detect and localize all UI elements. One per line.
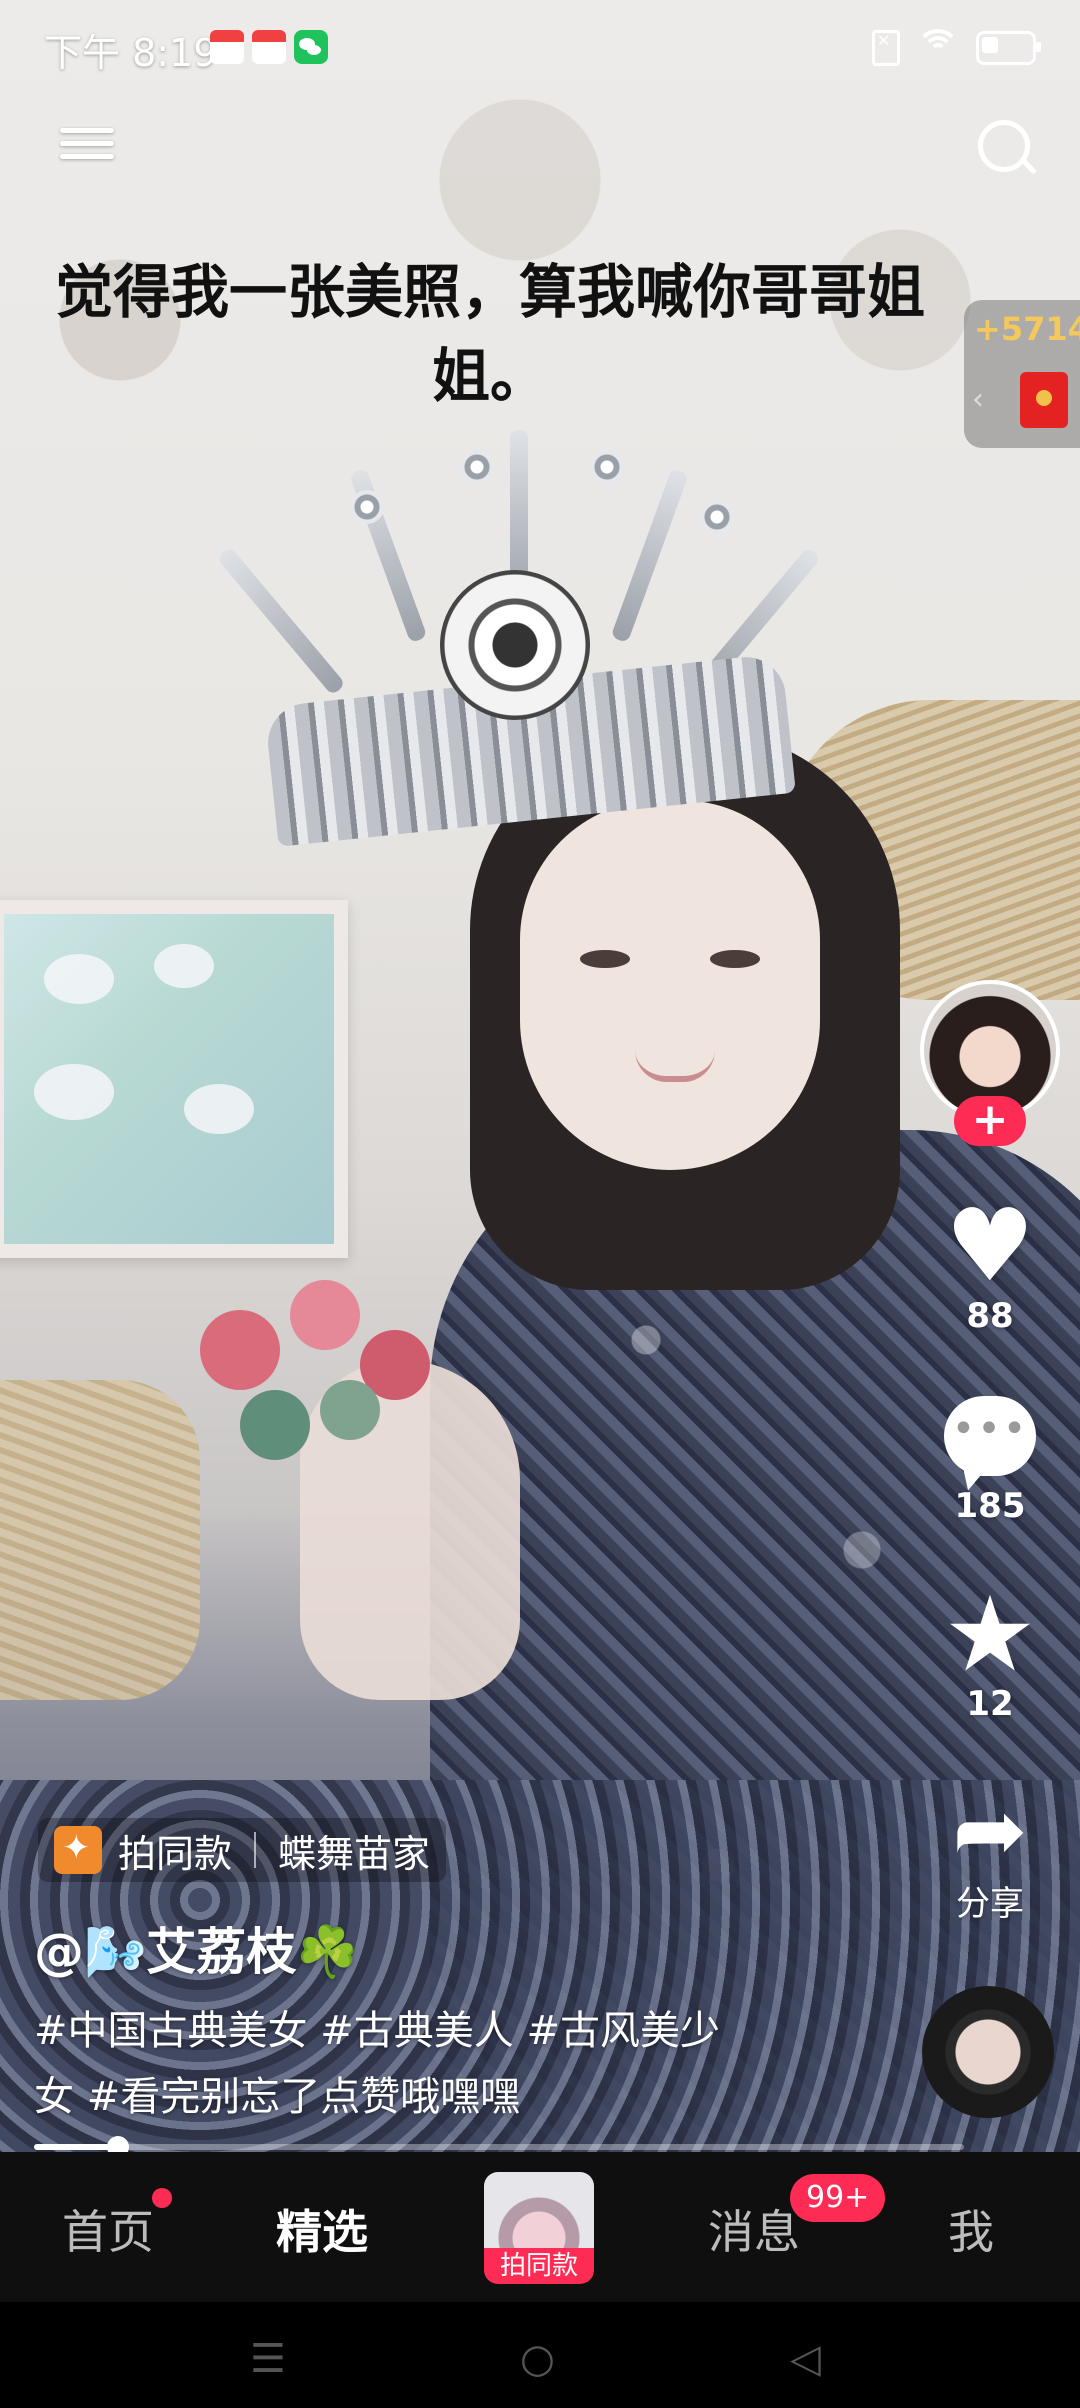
share-button[interactable]: ➦ 分享 [930,1786,1050,1925]
favorite-button[interactable]: ★ 12 [930,1573,1050,1724]
template-tag[interactable]: 拍同款 蝶舞苗家 [38,1818,447,1882]
author-name[interactable]: @🌬️艾荔枝☘️ [34,1912,359,1984]
notification-dot [152,2188,172,2208]
battery-icon [976,31,1041,65]
clock: 下午 8:19 [44,31,218,75]
music-disc-icon[interactable] [922,1986,1054,2118]
no-sim-icon [872,30,900,66]
author-avatar-group[interactable]: + [920,980,1060,1160]
nav-messages-label: 消息 [708,2205,800,2259]
calendar-icon [210,30,244,64]
back-triangle-icon[interactable]: ◁ [790,2336,821,2382]
nav-messages[interactable]: 消息 [708,2196,800,2262]
search-button[interactable] [976,118,1038,178]
red-packet-amount: +5714 [974,310,1080,348]
nav-me[interactable]: 我 [948,2196,994,2262]
red-envelope-icon [1020,372,1068,428]
system-navigation-bar: ☰ ○ ◁ [0,2302,1080,2408]
star-icon: ★ [943,1573,1037,1695]
create-same-button[interactable]: 拍同款 [484,2172,594,2284]
chevron-left-icon: ‹ [972,382,984,417]
calendar-icon [252,30,286,64]
home-circle-icon[interactable]: ○ [520,2336,555,2382]
heart-icon: ♥ [945,1187,1035,1304]
messages-badge: 99+ [790,2174,886,2222]
nav-me-label: 我 [948,2205,994,2259]
lotus-painting [0,900,348,1258]
divider [254,1832,257,1868]
like-button[interactable]: ♥ 88 [930,1187,1050,1337]
wechat-icon [294,30,328,64]
nav-home-label: 首页 [62,2205,154,2259]
template-label: 拍同款 [118,1831,233,1876]
progress-fill [34,2144,118,2150]
red-packet-widget[interactable]: +5714 ‹ [964,300,1080,448]
video-description[interactable]: #中国古典美女 #古典美人 #古风美少女 #看完别忘了点赞哦嘿嘿 [34,1998,754,2130]
nav-featured-label: 精选 [276,2205,368,2259]
bottom-navigation: 首页 精选 拍同款 消息 99+ 我 [0,2152,1080,2302]
share-arrow-icon: ➦ [952,1778,1028,1883]
system-icons [872,29,1041,66]
share-label: 分享 [956,1884,1024,1924]
follow-button[interactable]: + [954,1096,1026,1146]
nav-home[interactable]: 首页 [62,2188,172,2262]
comment-count: 185 [954,1486,1026,1526]
video-caption-text: 觉得我一张美照，算我喊你哥哥姐姐。 [54,258,925,410]
comment-button[interactable]: 185 [930,1396,1050,1526]
rose-bouquet [170,1270,490,1530]
create-same-label: 拍同款 [484,2248,594,2284]
nav-featured[interactable]: 精选 [276,2196,368,2262]
notification-icons [210,30,328,64]
template-name[interactable]: 蝶舞苗家 [278,1823,430,1878]
silver-headdress [210,430,870,890]
sparkle-icon [54,1826,102,1874]
video-progress-bar[interactable] [34,2136,964,2158]
menu-button[interactable] [60,120,114,174]
comment-icon [944,1396,1036,1476]
status-bar: 下午 8:19 [0,0,1080,96]
recent-apps-icon[interactable]: ☰ [250,2336,286,2382]
wifi-icon [916,29,960,63]
